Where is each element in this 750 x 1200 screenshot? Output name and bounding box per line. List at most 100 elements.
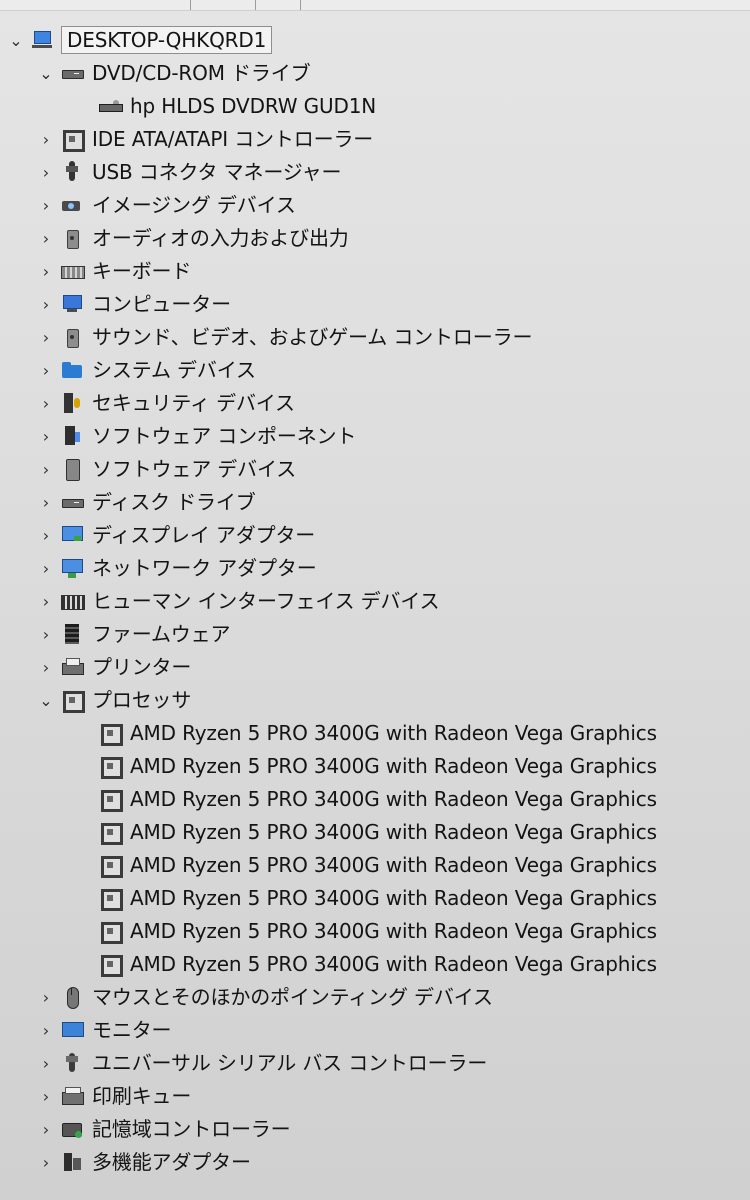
tree-group-14[interactable]: › ネットワーク アダプター (30, 552, 317, 584)
chevron-right-icon[interactable]: › (32, 255, 60, 287)
tree-group-16[interactable]: › ファームウェア (30, 618, 231, 650)
tree-group-1[interactable]: › IDE ATA/ATAPI コントローラー (30, 123, 373, 155)
chevron-right-icon[interactable]: › (32, 288, 60, 320)
tree-group-18[interactable]: ⌄ プロセッサ (30, 684, 191, 716)
chevron-right-icon[interactable]: › (32, 1146, 60, 1178)
tree-item-18-0[interactable]: AMD Ryzen 5 PRO 3400G with Radeon Vega G… (68, 717, 657, 749)
software-device-icon (60, 457, 84, 481)
tree-group-20[interactable]: › モニター (30, 1014, 172, 1046)
display-adapter-icon (60, 523, 84, 547)
tree-group-21[interactable]: › ユニバーサル シリアル バス コントローラー (30, 1047, 488, 1079)
tree-item-label: AMD Ryzen 5 PRO 3400G with Radeon Vega G… (130, 787, 657, 811)
tree-group-label: ソフトウェア コンポーネント (92, 424, 357, 448)
tree-group-4[interactable]: › オーディオの入力および出力 (30, 222, 349, 254)
chevron-right-icon[interactable]: › (32, 189, 60, 221)
chevron-right-icon[interactable]: › (32, 1014, 60, 1046)
tree-group-label: プリンター (92, 655, 192, 679)
tree-item-label: AMD Ryzen 5 PRO 3400G with Radeon Vega G… (130, 919, 657, 943)
tree-group-5[interactable]: › キーボード (30, 255, 192, 287)
chevron-right-icon[interactable]: › (32, 156, 60, 188)
chevron-right-icon[interactable]: › (32, 486, 60, 518)
tree-group-24[interactable]: › 多機能アダプター (30, 1146, 251, 1178)
tree-group-label: モニター (92, 1018, 172, 1042)
tree-group-label: DVD/CD-ROM ドライブ (92, 61, 311, 85)
tree-group-23[interactable]: › 記憶域コントローラー (30, 1113, 291, 1145)
tree-group-label: セキュリティ デバイス (92, 391, 295, 415)
tree-group-22[interactable]: › 印刷キュー (30, 1080, 192, 1112)
chevron-right-icon[interactable]: › (32, 222, 60, 254)
tree-group-0[interactable]: ⌄ DVD/CD-ROM ドライブ (30, 57, 310, 89)
tree-group-label: コンピューター (92, 292, 231, 316)
speaker-icon (60, 226, 84, 250)
chevron-right-icon[interactable]: › (32, 585, 60, 617)
dvd-icon (98, 94, 123, 118)
tree-group-label: プロセッサ (92, 688, 192, 712)
storage-controller-icon (60, 1117, 84, 1141)
tree-group-10[interactable]: › ソフトウェア コンポーネント (30, 420, 357, 452)
tree-group-9[interactable]: › セキュリティ デバイス (30, 387, 295, 419)
tree-item-18-4[interactable]: AMD Ryzen 5 PRO 3400G with Radeon Vega G… (68, 849, 657, 881)
chevron-right-icon[interactable]: › (32, 123, 60, 155)
tree-group-6[interactable]: › コンピューター (30, 288, 231, 320)
disk-drive-icon (60, 490, 84, 514)
tree-group-3[interactable]: › イメージング デバイス (30, 189, 296, 221)
chevron-right-icon[interactable]: › (32, 354, 60, 386)
tree-item-label: AMD Ryzen 5 PRO 3400G with Radeon Vega G… (130, 886, 657, 910)
security-icon (60, 391, 84, 415)
tree-item-18-5[interactable]: AMD Ryzen 5 PRO 3400G with Radeon Vega G… (68, 882, 657, 914)
tree-group-label: USB コネクタ マネージャー (92, 160, 342, 184)
chevron-right-icon[interactable]: › (32, 321, 60, 353)
tree-group-17[interactable]: › プリンター (30, 651, 192, 683)
device-tree: ⌄ DESKTOP-QHKQRD1 ⌄ DVD/CD-ROM ドライブ hp HLD… (0, 0, 750, 1200)
computer-icon (30, 28, 54, 52)
chevron-right-icon[interactable]: › (32, 1113, 60, 1145)
chevron-down-icon[interactable]: ⌄ (32, 57, 60, 89)
monitor-icon (60, 1018, 84, 1042)
tree-item-label: AMD Ryzen 5 PRO 3400G with Radeon Vega G… (130, 754, 657, 778)
tree-group-label: 印刷キュー (92, 1084, 192, 1108)
folder-icon (60, 358, 84, 382)
chevron-right-icon[interactable]: › (32, 387, 60, 419)
tree-group-12[interactable]: › ディスク ドライブ (30, 486, 256, 518)
software-component-icon (60, 424, 84, 448)
chevron-right-icon[interactable]: › (32, 519, 60, 551)
tree-group-2[interactable]: › USB コネクタ マネージャー (30, 156, 342, 188)
chevron-right-icon[interactable]: › (32, 1080, 60, 1112)
dvd-drive-icon (60, 61, 84, 85)
tree-item-18-1[interactable]: AMD Ryzen 5 PRO 3400G with Radeon Vega G… (68, 750, 657, 782)
chevron-right-icon[interactable]: › (32, 453, 60, 485)
tree-group-label: ディスク ドライブ (92, 490, 256, 514)
tree-group-label: 多機能アダプター (92, 1150, 251, 1174)
camera-icon (60, 193, 84, 217)
hid-icon (60, 589, 85, 613)
tree-item-label: AMD Ryzen 5 PRO 3400G with Radeon Vega G… (130, 721, 657, 745)
processor-icon (98, 820, 123, 845)
chevron-right-icon[interactable]: › (32, 981, 60, 1013)
tree-group-13[interactable]: › ディスプレイ アダプター (30, 519, 316, 551)
tree-group-7[interactable]: › サウンド、ビデオ、およびゲーム コントローラー (30, 321, 533, 353)
tree-group-label: システム デバイス (92, 358, 256, 382)
chevron-right-icon[interactable]: › (32, 420, 60, 452)
tree-item-0-0[interactable]: hp HLDS DVDRW GUD1N (68, 90, 376, 122)
tree-item-18-3[interactable]: AMD Ryzen 5 PRO 3400G with Radeon Vega G… (68, 816, 657, 848)
tree-group-11[interactable]: › ソフトウェア デバイス (30, 453, 296, 485)
tree-group-label: サウンド、ビデオ、およびゲーム コントローラー (92, 325, 533, 349)
chevron-right-icon[interactable]: › (32, 651, 60, 683)
chevron-right-icon[interactable]: › (32, 552, 60, 584)
tree-group-label: ネットワーク アダプター (92, 556, 317, 580)
chevron-down-icon[interactable]: ⌄ (2, 24, 30, 56)
tree-item-18-2[interactable]: AMD Ryzen 5 PRO 3400G with Radeon Vega G… (68, 783, 657, 815)
print-queue-icon (60, 1084, 84, 1108)
tree-group-19[interactable]: › マウスとそのほかのポインティング デバイス (30, 981, 493, 1013)
processor-icon (98, 919, 123, 944)
root-node[interactable]: ⌄ DESKTOP-QHKQRD1 (0, 24, 273, 56)
tree-item-18-7[interactable]: AMD Ryzen 5 PRO 3400G with Radeon Vega G… (68, 948, 657, 980)
chevron-right-icon[interactable]: › (32, 618, 60, 650)
chevron-down-icon[interactable]: ⌄ (32, 684, 60, 716)
chevron-right-icon[interactable]: › (32, 1047, 60, 1079)
tree-group-15[interactable]: › ヒューマン インターフェイス デバイス (30, 585, 440, 617)
tree-item-18-6[interactable]: AMD Ryzen 5 PRO 3400G with Radeon Vega G… (68, 915, 657, 947)
tree-group-8[interactable]: › システム デバイス (30, 354, 256, 386)
tree-group-label: オーディオの入力および出力 (92, 226, 349, 250)
computer-icon (60, 292, 84, 316)
